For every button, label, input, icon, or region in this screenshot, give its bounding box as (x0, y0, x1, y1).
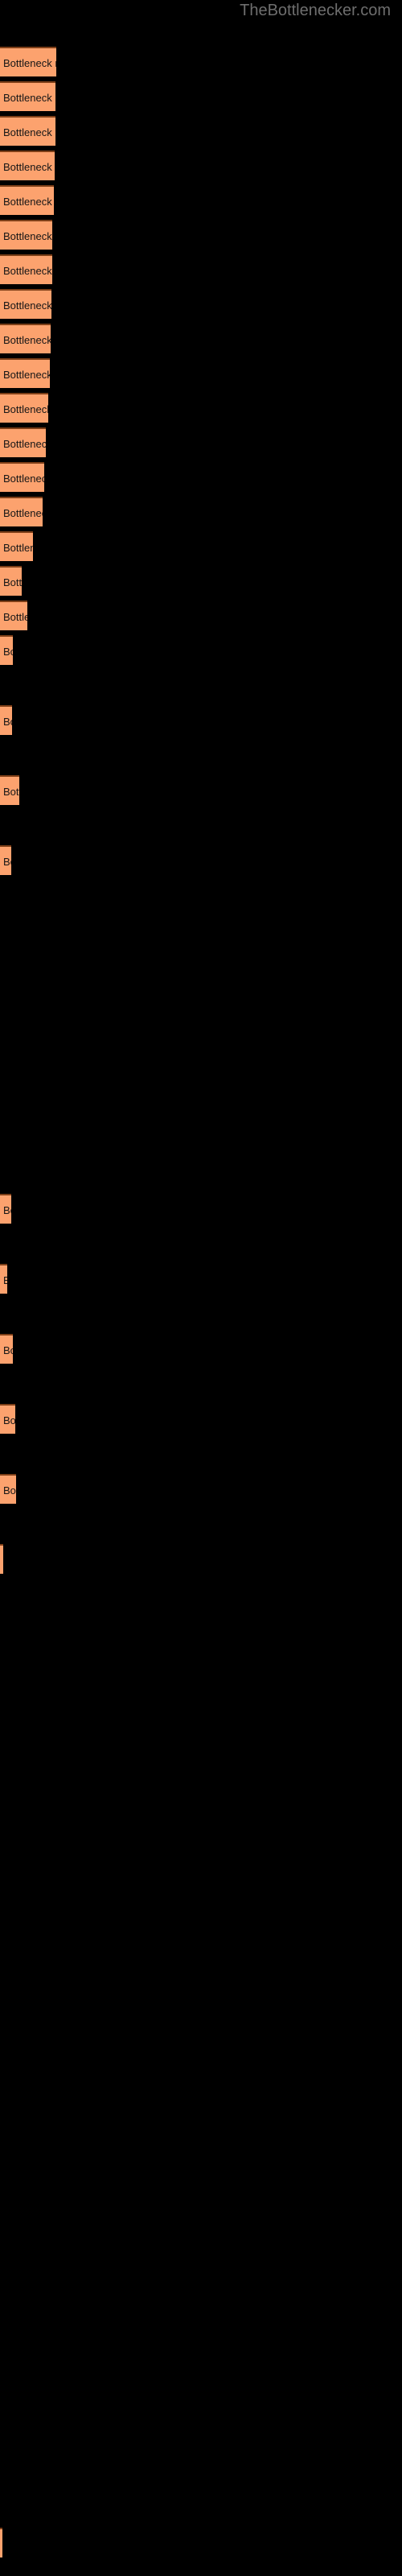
bar-label: Bottleneck result (3, 438, 46, 450)
bar-label: Bottleneck result (3, 299, 51, 312)
bar[interactable]: Bottleneck result (0, 845, 11, 875)
bar-label: Bottleneck result (3, 230, 52, 242)
bar[interactable]: Bottleneck result (0, 462, 44, 492)
bar[interactable]: Bottleneck result (0, 775, 19, 805)
bar[interactable]: Bottleneck result (0, 705, 12, 735)
bar-label: Bottleneck result (3, 1484, 16, 1496)
bar-label: Bottleneck result (3, 196, 54, 208)
bar-label: Bottleneck result (3, 542, 33, 554)
bottleneck-bar-chart: Bottleneck result Bottleneck result Bottle… (0, 0, 402, 2576)
bar[interactable]: Bottleneck result (0, 531, 33, 561)
bar[interactable]: Bottleneck result (0, 47, 56, 76)
bar-label: Bottleneck result (3, 126, 55, 138)
bar[interactable]: Bottleneck result (0, 1334, 13, 1364)
bar-label: Bottleneck result (3, 1265, 7, 1294)
bar[interactable]: Bottleneck result (0, 497, 43, 526)
bar[interactable]: Bottleneck result (0, 289, 51, 319)
bar[interactable]: Bottleneck result (0, 393, 48, 423)
bar[interactable]: Bottleneck result (0, 358, 50, 388)
bar-label: Bottleneck result (3, 1344, 13, 1356)
bar-label: Bottleneck result (3, 611, 27, 623)
bar[interactable]: Bottleneck result (0, 635, 13, 665)
bar-label: Bottleneck result (3, 57, 56, 69)
bar-label: Bottleneck result (3, 576, 22, 588)
bar[interactable]: Bottleneck result (0, 1474, 16, 1504)
bar-label: Bottleneck result (3, 161, 55, 173)
bar[interactable]: Bottleneck result (0, 151, 55, 180)
bar[interactable]: Bottleneck result (0, 601, 27, 630)
bar-label: Bottleneck result (3, 473, 44, 485)
bar[interactable]: Bottleneck result (0, 324, 51, 353)
page-root: TheBottlenecker.com Bottleneck resultBot… (0, 0, 402, 2576)
bar-label: Bottleneck result (3, 1204, 11, 1216)
bar-label: Bottleneck result (3, 265, 52, 277)
bar[interactable]: Bottleneck result (0, 2528, 2, 2557)
bar-label: Bottleneck result (3, 403, 48, 415)
bar[interactable]: Bottleneck result (0, 1194, 11, 1224)
bar[interactable]: Bottleneck result (0, 1264, 7, 1294)
bar[interactable]: Bottleneck result (0, 185, 54, 215)
bar[interactable]: Bottleneck result (0, 254, 52, 284)
bar[interactable]: Bottleneck result (0, 1544, 3, 1574)
bar-label: Bottleneck result (3, 856, 11, 868)
bar-label: Bottleneck result (3, 786, 19, 798)
bar[interactable]: Bottleneck result (0, 427, 46, 457)
bar[interactable]: Bottleneck result (0, 566, 22, 596)
bar-label: Bottleneck result (3, 646, 13, 658)
bar[interactable]: Bottleneck result (0, 116, 55, 146)
bar-label: Bottleneck result (3, 92, 55, 104)
bar[interactable]: Bottleneck result (0, 1404, 15, 1434)
bar[interactable]: Bottleneck result (0, 220, 52, 250)
bar[interactable]: Bottleneck result (0, 81, 55, 111)
bar-label: Bottleneck result (3, 507, 43, 519)
bar-label: Bottleneck result (3, 1414, 15, 1426)
bar-label: Bottleneck result (3, 716, 12, 728)
bar-label: Bottleneck result (3, 369, 50, 381)
bar-label: Bottleneck result (3, 334, 51, 346)
